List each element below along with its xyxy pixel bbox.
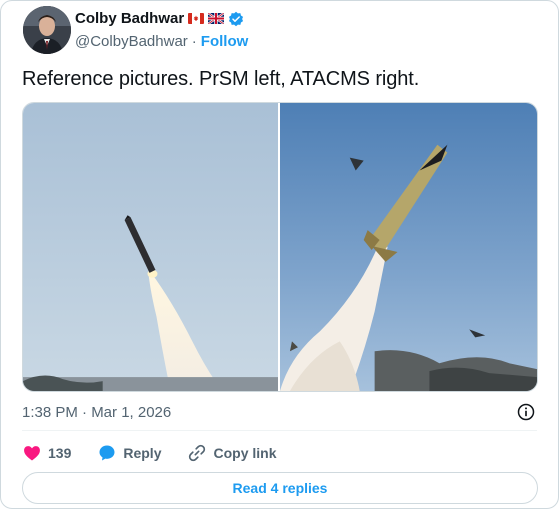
- missile-launch-photo-left[interactable]: [23, 103, 278, 391]
- follow-button[interactable]: Follow: [201, 33, 249, 50]
- canada-flag-icon: [188, 13, 205, 24]
- reply-label: Reply: [123, 445, 162, 461]
- uk-flag-icon: [208, 13, 225, 24]
- tweet-text: Reference pictures. PrSM left, ATACMS ri…: [22, 68, 420, 90]
- copy-link-button[interactable]: Copy link: [187, 443, 277, 463]
- author-display-name[interactable]: Colby Badhwar: [75, 10, 184, 27]
- divider: [22, 430, 537, 431]
- media-grid: [22, 102, 538, 392]
- reply-bubble-icon: [99, 445, 115, 461]
- author-avatar[interactable]: [23, 6, 71, 54]
- missile-launch-photo-right[interactable]: [280, 103, 537, 391]
- verified-badge-icon: [229, 11, 244, 26]
- reply-button[interactable]: Reply: [97, 443, 161, 463]
- link-icon: [189, 444, 206, 462]
- heart-icon: [24, 446, 40, 461]
- handle-separator: ·: [191, 33, 197, 50]
- like-button[interactable]: 139: [22, 443, 71, 463]
- author-handle[interactable]: @ColbyBadhwar: [75, 33, 188, 50]
- read-replies-button[interactable]: Read 4 replies: [22, 472, 538, 504]
- copy-link-label: Copy link: [213, 445, 277, 461]
- like-count: 139: [48, 445, 72, 461]
- action-bar: 139 Reply Copy link: [22, 442, 303, 464]
- info-icon[interactable]: [516, 402, 536, 422]
- tweet-timestamp[interactable]: 1:38 PM · Mar 1, 2026: [22, 404, 171, 421]
- author-name-row: Colby Badhwar: [75, 10, 244, 27]
- author-handle-row: @ColbyBadhwar · Follow: [75, 33, 248, 50]
- tweet-card: Colby Badhwar @ColbyBadhwar · Follow Ref…: [0, 0, 559, 509]
